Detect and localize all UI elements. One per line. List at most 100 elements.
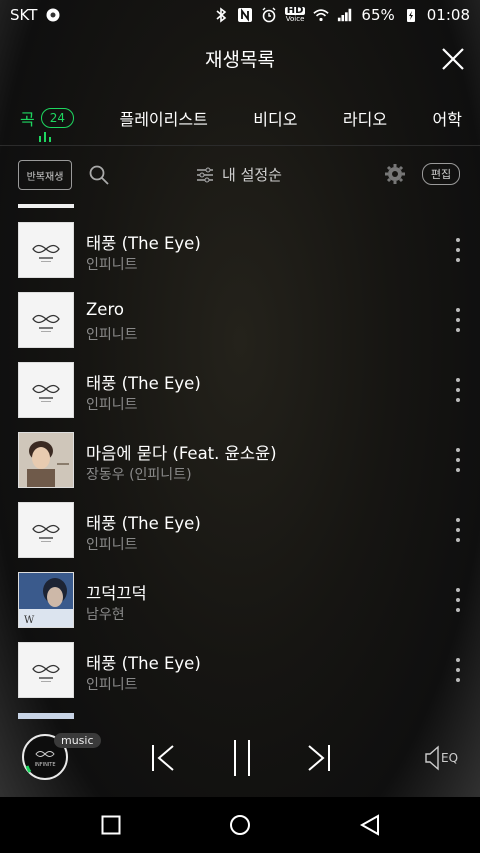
more-dot-icon bbox=[456, 388, 460, 392]
next-button[interactable] bbox=[306, 743, 332, 777]
album-art bbox=[18, 362, 74, 418]
pause-icon bbox=[234, 740, 250, 776]
track-title: 태풍 (The Eye) bbox=[86, 234, 201, 253]
more-dot-icon bbox=[456, 518, 460, 522]
more-dot-icon bbox=[456, 588, 460, 592]
more-dot-icon bbox=[456, 238, 460, 242]
album-art: W bbox=[18, 572, 74, 628]
search-button[interactable] bbox=[88, 164, 110, 186]
more-dot-icon bbox=[456, 448, 460, 452]
alarm-icon bbox=[261, 7, 277, 23]
repeat-label: 반복재생 bbox=[26, 171, 64, 183]
hd-voice-icon: HD Voice bbox=[284, 5, 306, 23]
category-tabs: 곡 24 플레이리스트 비디오 라디오 어학 bbox=[0, 98, 480, 138]
bluetooth-icon bbox=[213, 7, 229, 23]
edit-label: 편집 bbox=[430, 168, 452, 181]
more-dot-icon bbox=[456, 258, 460, 262]
settings-button[interactable] bbox=[384, 163, 406, 185]
next-icon bbox=[308, 745, 330, 771]
more-options-button[interactable] bbox=[452, 518, 464, 542]
track-row[interactable]: 태풍 (The Eye) 인피니트 bbox=[0, 638, 480, 708]
search-icon bbox=[89, 165, 109, 185]
tab-radio[interactable]: 라디오 bbox=[343, 106, 387, 130]
close-icon bbox=[442, 48, 464, 70]
more-dot-icon bbox=[456, 468, 460, 472]
track-title: Zero bbox=[86, 300, 124, 319]
eq-button[interactable]: EQ bbox=[424, 745, 458, 771]
more-dot-icon bbox=[456, 668, 460, 672]
more-options-button[interactable] bbox=[452, 238, 464, 262]
album-art bbox=[18, 502, 74, 558]
signal-icon bbox=[337, 7, 353, 23]
clock: 01:08 bbox=[426, 6, 470, 24]
tab-video[interactable]: 비디오 bbox=[253, 106, 297, 130]
app-notification-icon bbox=[45, 7, 61, 23]
track-row[interactable]: 태풍 (The Eye) 인피니트 bbox=[0, 498, 480, 568]
home-button[interactable] bbox=[229, 814, 251, 840]
track-artist: 인피니트 bbox=[86, 397, 138, 413]
eq-label: EQ bbox=[441, 751, 459, 765]
sliders-icon bbox=[197, 167, 213, 182]
more-dot-icon bbox=[456, 598, 460, 602]
track-row[interactable]: 태풍 (The Eye) 인피니트 bbox=[0, 218, 480, 288]
music-badge: music bbox=[54, 733, 101, 748]
more-dot-icon bbox=[456, 318, 460, 322]
tab-playlist-label: 플레이리스트 bbox=[119, 110, 208, 129]
track-title: 태풍 (The Eye) bbox=[86, 514, 201, 533]
more-dot-icon bbox=[456, 328, 460, 332]
song-count-badge: 24 bbox=[40, 108, 75, 128]
more-options-button[interactable] bbox=[452, 308, 464, 332]
track-artist: 장동우 (인피니트) bbox=[86, 467, 192, 483]
system-navigation-bar bbox=[0, 797, 480, 853]
more-options-button[interactable] bbox=[452, 448, 464, 472]
page-title: 재생목록 bbox=[205, 48, 275, 71]
track-row[interactable]: 태풍 (The Eye) 인피니트 bbox=[0, 358, 480, 428]
mini-player: INFINITE music EQ bbox=[0, 725, 480, 797]
more-dot-icon bbox=[456, 528, 460, 532]
track-row[interactable]: 마음에 묻다 (Feat. 윤소윤) 장동우 (인피니트) bbox=[0, 428, 480, 498]
track-row[interactable]: W 끄덕끄덕남우현 bbox=[0, 568, 480, 638]
partial-album-art bbox=[18, 204, 74, 208]
previous-button[interactable] bbox=[150, 743, 176, 777]
triangle-back-icon bbox=[359, 814, 379, 836]
more-dot-icon bbox=[456, 458, 460, 462]
more-dot-icon bbox=[456, 308, 460, 312]
pause-button[interactable] bbox=[230, 739, 254, 781]
track-artist: 남우현 bbox=[86, 607, 125, 623]
track-title: 마음에 묻다 (Feat. 윤소윤) bbox=[86, 444, 277, 463]
gear-icon bbox=[385, 164, 405, 184]
sort-button[interactable]: 내 설정순 bbox=[196, 164, 282, 185]
track-list: 태풍 (The Eye) 인피니트 Zero 인피니트 태풍 (The Eye) 인피니트… bbox=[0, 218, 480, 708]
more-options-button[interactable] bbox=[452, 588, 464, 612]
repeat-button[interactable]: 반복재생 bbox=[18, 160, 72, 190]
tab-video-label: 비디오 bbox=[253, 110, 298, 129]
track-title: 끄덕끄덕 bbox=[86, 584, 147, 603]
track-row[interactable]: Zero 인피니트 bbox=[0, 288, 480, 358]
more-options-button[interactable] bbox=[452, 378, 464, 402]
back-button[interactable] bbox=[359, 814, 381, 840]
nfc-icon bbox=[237, 7, 253, 23]
recents-button[interactable] bbox=[101, 815, 121, 839]
more-dot-icon bbox=[456, 248, 460, 252]
tab-language[interactable]: 어학 bbox=[433, 106, 462, 130]
wifi-icon bbox=[313, 7, 330, 23]
more-dot-icon bbox=[456, 658, 460, 662]
square-icon bbox=[101, 815, 121, 835]
more-dot-icon bbox=[456, 678, 460, 682]
track-title: 태풍 (The Eye) bbox=[86, 374, 201, 393]
tab-playlist[interactable]: 플레이리스트 bbox=[119, 106, 207, 130]
close-button[interactable] bbox=[440, 46, 466, 72]
tab-divider bbox=[0, 145, 480, 146]
album-art bbox=[18, 292, 74, 348]
sort-label: 내 설정순 bbox=[222, 166, 282, 184]
circle-icon bbox=[230, 815, 250, 835]
battery-percent: 65% bbox=[361, 6, 395, 24]
more-options-button[interactable] bbox=[452, 658, 464, 682]
partial-album-art bbox=[18, 713, 74, 719]
more-dot-icon bbox=[456, 398, 460, 402]
track-artist: 인피니트 bbox=[86, 257, 138, 273]
svg-text:W: W bbox=[24, 615, 35, 626]
status-bar: SKT HD Voice 65% 01:08 bbox=[0, 0, 480, 30]
now-playing-equalizer-icon bbox=[39, 127, 51, 142]
edit-button[interactable]: 편집 bbox=[422, 163, 460, 185]
